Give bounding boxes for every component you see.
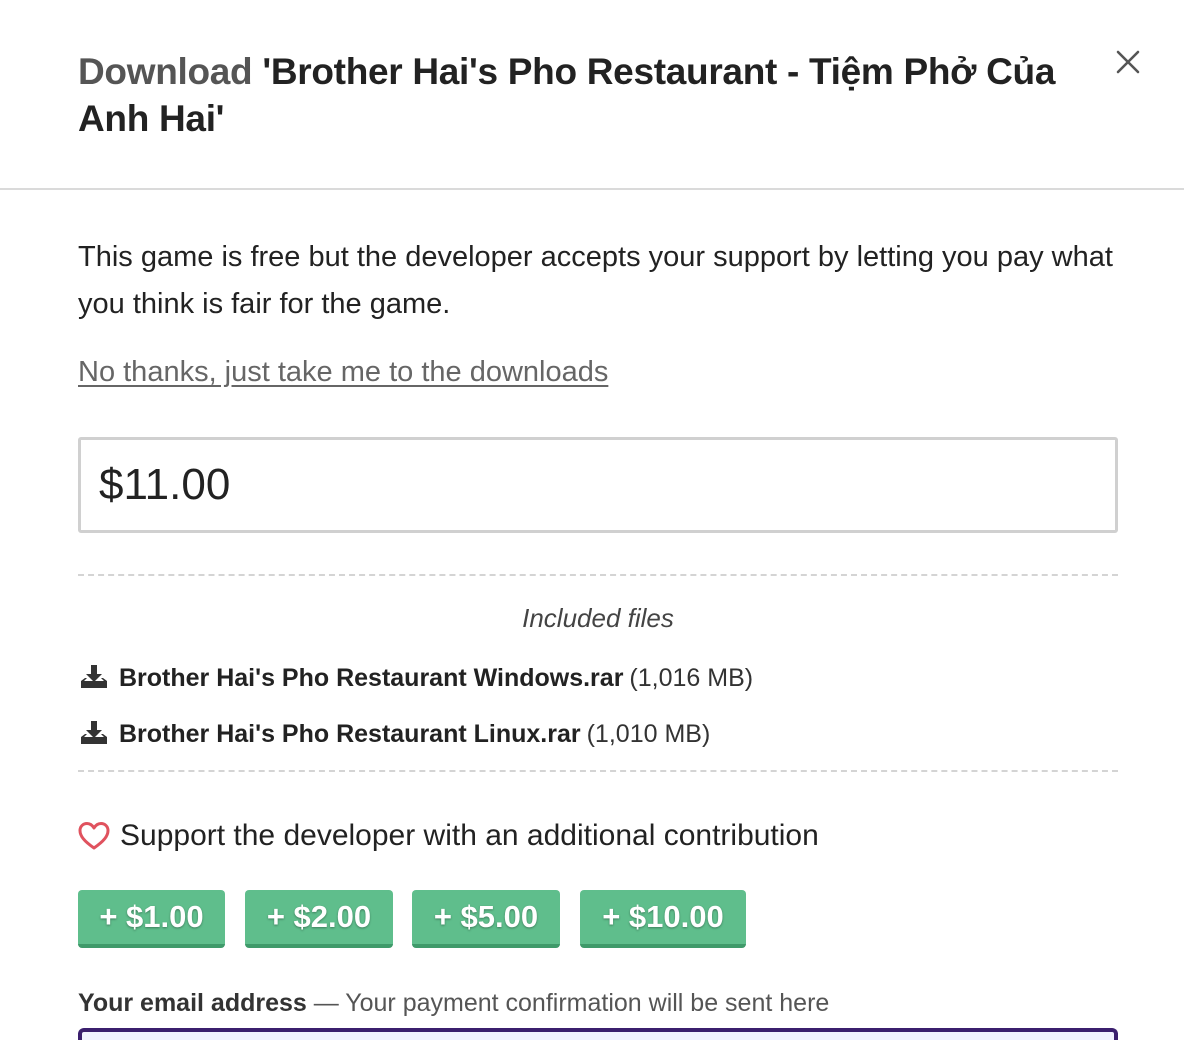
download-icon [81, 665, 107, 688]
included-files-heading: Included files [522, 603, 674, 633]
intro-text: This game is free but the developer acce… [78, 241, 1113, 320]
tip-2-button[interactable]: + $2.00 [245, 890, 393, 948]
email-label: Your email address — Your payment confir… [78, 986, 829, 1020]
tip-1-button[interactable]: + $1.00 [78, 890, 225, 948]
file-size: (1,010 MB) [586, 719, 711, 748]
file-name: Brother Hai's Pho Restaurant Linux.rar [119, 719, 581, 748]
dialog-header: Download 'Brother Hai's Pho Restaurant -… [0, 0, 1184, 190]
file-row: Brother Hai's Pho Restaurant Linux.rar (… [78, 716, 710, 752]
email-label-hint: — Your payment confirmation will be sent… [306, 989, 830, 1017]
heart-icon [78, 822, 110, 850]
download-dialog: Download 'Brother Hai's Pho Restaurant -… [0, 0, 1184, 1040]
skip-to-downloads-link[interactable]: No thanks, just take me to the downloads [78, 352, 608, 392]
email-label-title: Your email address [78, 989, 307, 1017]
download-icon [81, 721, 107, 744]
price-input[interactable] [78, 437, 1118, 533]
close-icon [1116, 50, 1140, 74]
dialog-title: Download 'Brother Hai's Pho Restaurant -… [78, 48, 1088, 142]
file-name: Brother Hai's Pho Restaurant Windows.rar [119, 663, 624, 692]
file-size: (1,016 MB) [629, 663, 754, 692]
close-button[interactable] [1110, 44, 1146, 80]
support-developer-row: Support the developer with an additional… [78, 816, 819, 856]
title-prefix: Download [78, 51, 253, 92]
email-input[interactable] [78, 1028, 1118, 1040]
support-text: Support the developer with an additional… [120, 819, 819, 852]
tip-5-button[interactable]: + $5.00 [412, 890, 560, 948]
included-files-section: Included files Brother Hai's Pho Restaur… [78, 574, 1118, 772]
file-row: Brother Hai's Pho Restaurant Windows.rar… [78, 660, 753, 696]
tip-10-button[interactable]: + $10.00 [580, 890, 746, 948]
